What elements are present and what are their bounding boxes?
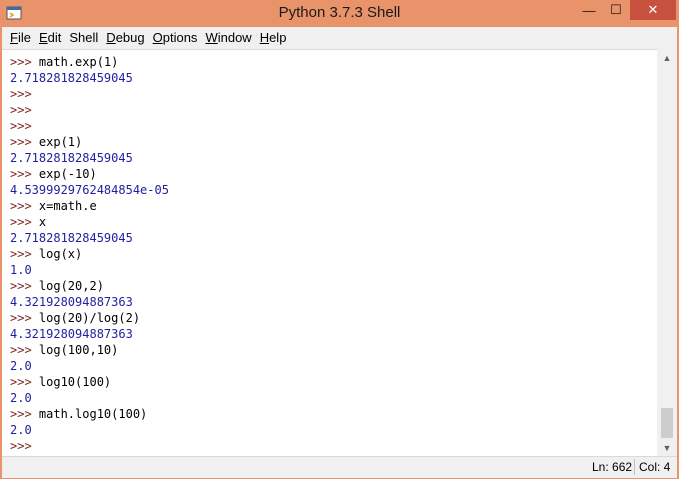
shell-output-line: 4.5399929762484854e-05 xyxy=(10,182,169,198)
shell-output-line: 1.0 xyxy=(10,262,32,278)
idle-shell-window: Python 3.7.3 Shell — ☐ ✕ File Edit Shell De… xyxy=(0,0,679,479)
scroll-up-arrow-icon[interactable]: ▲ xyxy=(657,49,677,66)
shell-input-line: >>> x=math.e xyxy=(10,198,97,214)
shell-command-text: math.log10(100) xyxy=(38,407,148,421)
menu-mnemonic: D xyxy=(106,30,116,45)
shell-command-text: log(20)/log(2) xyxy=(38,311,141,325)
menu-debug[interactable]: Debug xyxy=(98,27,144,49)
scroll-down-arrow-icon[interactable]: ▼ xyxy=(657,439,677,456)
shell-prompt: >>> xyxy=(10,215,39,229)
shell-output-text: 2.718281828459045 xyxy=(10,71,133,85)
menu-window[interactable]: Window xyxy=(197,27,251,49)
shell-input-line: >>> math.log10(100) xyxy=(10,406,147,422)
shell-output-text: 4.321928094887363 xyxy=(10,295,133,309)
status-divider xyxy=(634,459,635,475)
shell-output-text: 2.0 xyxy=(10,423,32,437)
menu-bar: File Edit Shell Debug Options Window Help xyxy=(2,27,677,49)
shell-input-line: >>> xyxy=(10,102,32,118)
menu-label: ebug xyxy=(115,30,145,45)
shell-prompt: >>> xyxy=(10,407,39,421)
shell-output-line: 2.718281828459045 xyxy=(10,230,133,246)
shell-command-text: log(20,2) xyxy=(38,279,104,293)
shell-input-line: >>> log10(100) xyxy=(10,374,111,390)
menu-label: elp xyxy=(269,30,287,45)
shell-prompt: >>> xyxy=(10,119,32,133)
shell-prompt: >>> xyxy=(10,279,39,293)
shell-input-line: >>> log(x) xyxy=(10,246,82,262)
shell-command-text: x=math.e xyxy=(38,199,97,213)
menu-options[interactable]: Options xyxy=(145,27,198,49)
shell-prompt: >>> xyxy=(10,439,32,453)
menu-shell[interactable]: Shell xyxy=(61,27,98,49)
shell-input-line: >>> xyxy=(10,118,32,134)
shell-input-line: >>> xyxy=(10,438,32,454)
shell-prompt: >>> xyxy=(10,375,39,389)
menu-edit[interactable]: Edit xyxy=(31,27,61,49)
shell-output-line: 4.321928094887363 xyxy=(10,326,133,342)
menu-label: ile xyxy=(17,30,31,45)
shell-command-text: log10(100) xyxy=(38,375,112,389)
menu-mnemonic: O xyxy=(152,30,163,45)
shell-prompt: >>> xyxy=(10,167,39,181)
shell-prompt: >>> xyxy=(10,247,39,261)
shell-command-text: log(100,10) xyxy=(38,343,119,357)
shell-prompt: >>> xyxy=(10,103,32,117)
title-bar[interactable]: Python 3.7.3 Shell — ☐ ✕ xyxy=(0,0,679,27)
menu-label: dit xyxy=(47,30,62,45)
menu-label: indow xyxy=(217,30,252,45)
close-button[interactable]: ✕ xyxy=(630,0,676,20)
shell-command-text: x xyxy=(38,215,47,229)
shell-output-text: 4.5399929762484854e-05 xyxy=(10,183,169,197)
column-number-status: Col: 4 xyxy=(639,460,671,474)
shell-command-text: math.exp(1) xyxy=(38,55,119,69)
shell-output-text: 2.718281828459045 xyxy=(10,151,133,165)
shell-prompt: >>> xyxy=(10,135,39,149)
menu-mnemonic: W xyxy=(205,30,218,45)
menu-file[interactable]: File xyxy=(2,27,31,49)
line-number-status: Ln: 662 xyxy=(592,460,633,474)
shell-prompt: >>> xyxy=(10,55,39,69)
shell-output-line: 2.718281828459045 xyxy=(10,70,133,86)
shell-command-text: exp(-10) xyxy=(38,167,97,181)
status-bar: Ln: 662 Col: 4 xyxy=(2,456,677,478)
shell-output-text: 2.0 xyxy=(10,391,32,405)
shell-prompt: >>> xyxy=(10,199,39,213)
shell-input-line: >>> log(100,10) xyxy=(10,342,118,358)
scrollbar-thumb[interactable] xyxy=(661,408,673,438)
menu-mnemonic: E xyxy=(38,30,48,45)
menu-help[interactable]: Help xyxy=(252,27,287,49)
shell-output-text: 4.321928094887363 xyxy=(10,327,133,341)
shell-output-line: 2.0 xyxy=(10,422,32,438)
vertical-scrollbar[interactable]: ▲ ▼ xyxy=(657,49,677,456)
shell-input-line: >>> exp(-10) xyxy=(10,166,97,182)
menu-mnemonic: H xyxy=(259,30,270,45)
shell-command-text: log(x) xyxy=(38,247,83,261)
menu-mnemonic: F xyxy=(10,30,18,45)
minimize-button[interactable]: — xyxy=(575,0,603,20)
shell-output-line: 4.321928094887363 xyxy=(10,294,133,310)
shell-input-line: >>> log(20,2) xyxy=(10,278,104,294)
shell-prompt: >>> xyxy=(10,311,39,325)
shell-text-area[interactable]: >>> math.exp(1) 2.718281828459045 >>> >>> >>… xyxy=(2,49,657,457)
shell-input-line: >>> exp(1) xyxy=(10,134,82,150)
shell-input-line: >>> log(20)/log(2) xyxy=(10,310,140,326)
shell-input-line: >>> math.exp(1) xyxy=(10,54,118,70)
menu-label: ptions xyxy=(162,30,198,45)
shell-output-text: 2.0 xyxy=(10,359,32,373)
shell-command-text: exp(1) xyxy=(38,135,83,149)
shell-prompt: >>> xyxy=(10,343,39,357)
maximize-button[interactable]: ☐ xyxy=(603,0,629,20)
shell-input-line: >>> xyxy=(10,86,32,102)
shell-prompt: >>> xyxy=(10,87,32,101)
shell-output-text: 1.0 xyxy=(10,263,32,277)
shell-input-line: >>> x xyxy=(10,214,46,230)
shell-output-line: 2.0 xyxy=(10,390,32,406)
shell-output-text: 2.718281828459045 xyxy=(10,231,133,245)
shell-output-line: 2.718281828459045 xyxy=(10,150,133,166)
menu-label: Shell xyxy=(69,30,99,45)
shell-output-line: 2.0 xyxy=(10,358,32,374)
